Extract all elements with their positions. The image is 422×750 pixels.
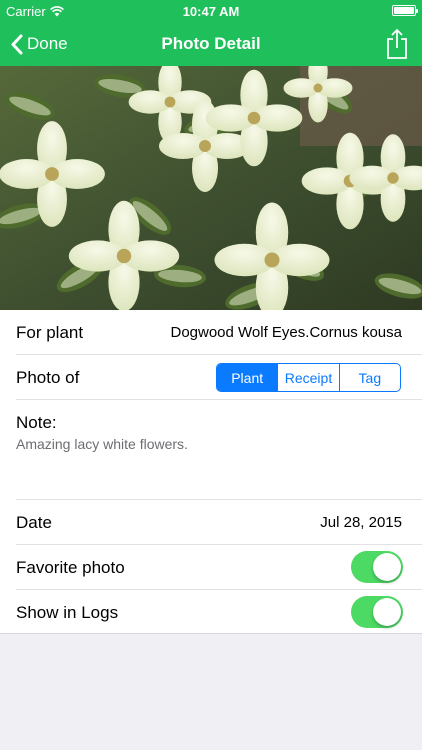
photo-of-label: Photo of bbox=[16, 368, 80, 387]
note-text[interactable]: Amazing lacy white flowers. bbox=[16, 436, 188, 452]
status-bar: Carrier 10:47 AM bbox=[0, 0, 422, 22]
share-icon bbox=[387, 28, 407, 59]
status-time: 10:47 AM bbox=[182, 4, 240, 19]
photo-details: For plant Dogwood Wolf Eyes.Cornus kousa… bbox=[0, 310, 422, 634]
segment-receipt[interactable]: Receipt bbox=[277, 364, 338, 391]
toggle-knob bbox=[373, 598, 401, 626]
date-label: Date bbox=[16, 513, 52, 532]
navigation-bar: Done Photo Detail bbox=[0, 22, 422, 66]
favorite-photo-label: Favorite photo bbox=[16, 558, 125, 577]
favorite-photo-toggle[interactable] bbox=[351, 551, 403, 583]
plant-photo[interactable] bbox=[0, 66, 422, 310]
favorite-photo-row: Favorite photo bbox=[0, 545, 422, 590]
segment-plant[interactable]: Plant bbox=[217, 364, 278, 391]
for-plant-value: Dogwood Wolf Eyes.Cornus kousa bbox=[170, 324, 402, 341]
for-plant-row[interactable]: For plant Dogwood Wolf Eyes.Cornus kousa bbox=[0, 310, 422, 355]
plant-photo-image bbox=[0, 66, 422, 310]
date-row[interactable]: Date Jul 28, 2015 bbox=[0, 500, 422, 545]
segment-tag[interactable]: Tag bbox=[338, 364, 400, 391]
page-title: Photo Detail bbox=[161, 34, 261, 53]
show-in-logs-toggle[interactable] bbox=[351, 596, 403, 628]
battery-fill bbox=[394, 7, 414, 14]
share-button[interactable] bbox=[384, 28, 410, 60]
date-value: Jul 28, 2015 bbox=[320, 514, 402, 531]
note-section[interactable]: Note: Amazing lacy white flowers. bbox=[0, 400, 422, 500]
photo-type-segmented-control: Plant Receipt Tag bbox=[216, 363, 401, 392]
show-in-logs-label: Show in Logs bbox=[16, 603, 119, 622]
photo-of-row: Photo of Plant Receipt Tag bbox=[0, 355, 422, 400]
for-plant-label: For plant bbox=[16, 323, 84, 342]
note-label: Note: bbox=[16, 413, 57, 432]
show-in-logs-row: Show in Logs bbox=[0, 590, 422, 635]
toggle-knob bbox=[373, 553, 401, 581]
battery-icon bbox=[392, 5, 418, 16]
